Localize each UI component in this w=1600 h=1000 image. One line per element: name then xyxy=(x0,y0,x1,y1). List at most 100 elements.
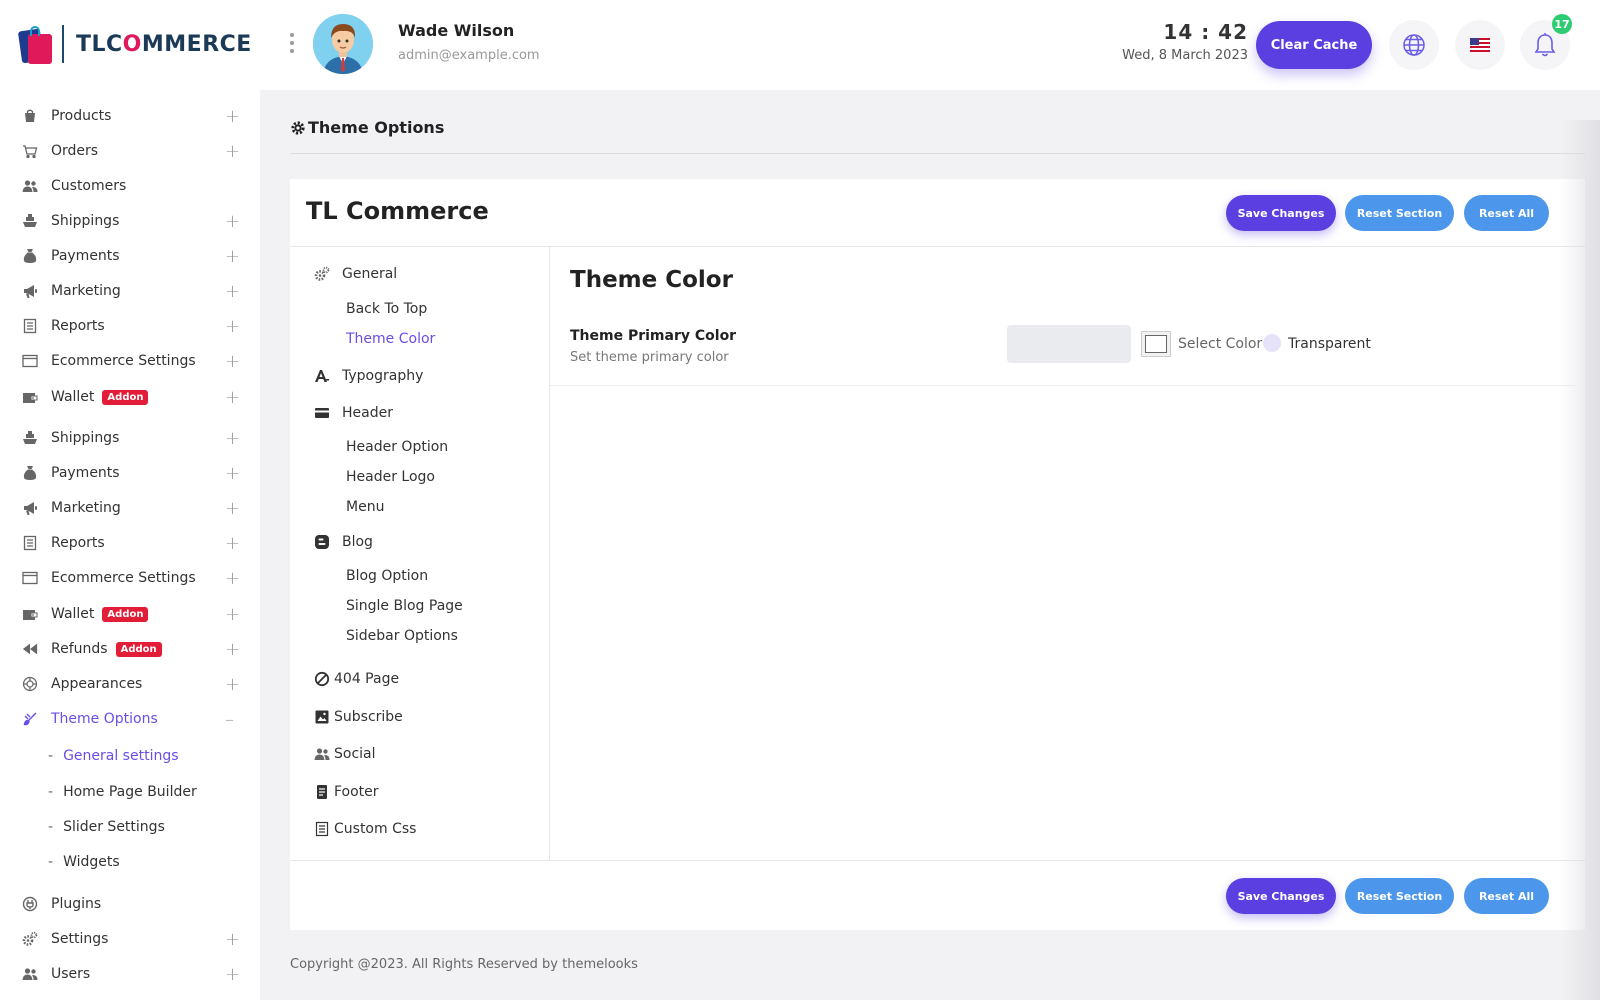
expand-plus-icon[interactable]: + xyxy=(225,387,240,408)
sidebar-item-ecommerce-settings[interactable]: Ecommerce Settings + xyxy=(0,343,260,379)
page-title-text: Theme Options xyxy=(308,118,445,137)
us-flag-icon xyxy=(1470,38,1490,52)
sidebar-item-payments[interactable]: Payments + xyxy=(0,455,260,491)
expand-plus-icon[interactable]: + xyxy=(225,351,240,372)
sidebar-item-wallet[interactable]: Wallet Addon + xyxy=(0,596,260,632)
color-swatch[interactable] xyxy=(1141,331,1171,357)
tab-general[interactable]: General xyxy=(314,259,397,289)
sidebar-item-text: Reports xyxy=(51,318,105,334)
reset-all-button-bottom[interactable]: Reset All xyxy=(1464,878,1549,914)
sidebar-item-label: Orders xyxy=(51,143,98,159)
select-color-label[interactable]: Select Color xyxy=(1178,336,1262,352)
sidebar-item-theme-options[interactable]: Theme Options – xyxy=(0,701,260,737)
expand-plus-icon[interactable]: + xyxy=(225,964,240,985)
window-icon xyxy=(22,570,38,586)
tab-label: Footer xyxy=(334,784,379,800)
sidebar-item-ecommerce-settings[interactable]: Ecommerce Settings + xyxy=(0,560,260,596)
expand-plus-icon[interactable]: + xyxy=(225,141,240,162)
tab-sub-header-option[interactable]: Header Option xyxy=(346,432,448,462)
tab-sub-single-blog-page[interactable]: Single Blog Page xyxy=(346,591,463,621)
wallet-icon xyxy=(22,389,38,405)
tab-sub-back-to-top[interactable]: Back To Top xyxy=(346,294,427,324)
primary-color-input[interactable] xyxy=(1007,325,1131,363)
sidebar-subitem-home-page-builder[interactable]: - Home Page Builder xyxy=(48,774,258,810)
sidebar-item-shippings[interactable]: Shippings + xyxy=(0,420,260,456)
reset-all-button[interactable]: Reset All xyxy=(1464,195,1549,231)
expand-plus-icon[interactable]: + xyxy=(225,929,240,950)
tab-sub-theme-color[interactable]: Theme Color xyxy=(346,324,435,354)
save-changes-button-bottom[interactable]: Save Changes xyxy=(1226,878,1336,914)
sidebar-item-refunds[interactable]: Refunds Addon + xyxy=(0,631,260,667)
brand-logo[interactable]: TLCOMMERCE xyxy=(17,24,252,64)
expand-plus-icon[interactable]: + xyxy=(225,211,240,232)
field-label: Theme Primary Color xyxy=(570,328,737,344)
notifications-button[interactable]: 17 xyxy=(1520,14,1572,70)
expand-plus-icon[interactable]: + xyxy=(225,428,240,449)
tab-label: General xyxy=(342,266,398,282)
sidebar-item-orders[interactable]: Orders + xyxy=(0,133,260,169)
tab-blog[interactable]: Blog xyxy=(314,527,373,557)
expand-plus-icon[interactable]: + xyxy=(225,316,240,337)
sidebar-item-customers[interactable]: Customers xyxy=(0,168,260,204)
sidebar-item-wallet[interactable]: Wallet Addon + xyxy=(0,379,260,415)
sidebar-item-payments[interactable]: Payments + xyxy=(0,238,260,274)
language-button[interactable] xyxy=(1389,20,1439,70)
sidebar-item-reports[interactable]: Reports + xyxy=(0,525,260,561)
more-vertical-icon[interactable] xyxy=(290,33,294,57)
tab-custom-css[interactable]: Custom Css xyxy=(314,814,416,844)
tab-typography[interactable]: Typography xyxy=(314,361,423,391)
sidebar-item-marketing[interactable]: Marketing + xyxy=(0,273,260,309)
save-changes-button[interactable]: Save Changes xyxy=(1226,195,1336,231)
sidebar-item-text: Customers xyxy=(51,178,127,194)
sidebar-subitem-general-settings[interactable]: - General settings xyxy=(48,738,258,774)
expand-plus-icon[interactable]: + xyxy=(225,604,240,625)
expand-plus-icon[interactable]: + xyxy=(225,674,240,695)
expand-plus-icon[interactable]: + xyxy=(225,639,240,660)
tab-sub-blog-option[interactable]: Blog Option xyxy=(346,561,428,591)
users-icon xyxy=(314,746,330,762)
clear-cache-button[interactable]: Clear Cache xyxy=(1256,21,1372,69)
expand-plus-icon[interactable]: + xyxy=(225,281,240,302)
flag-button[interactable] xyxy=(1455,20,1505,70)
reset-section-button[interactable]: Reset Section xyxy=(1345,195,1454,231)
code-file-icon xyxy=(314,821,330,837)
sidebar-item-reports[interactable]: Reports + xyxy=(0,308,260,344)
tab-sub-header-logo[interactable]: Header Logo xyxy=(346,462,435,492)
sidebar-item-settings[interactable]: Settings + xyxy=(0,921,260,957)
expand-plus-icon[interactable]: + xyxy=(225,568,240,589)
sidebar-item-users[interactable]: Users + xyxy=(0,956,260,992)
expand-plus-icon[interactable]: + xyxy=(225,498,240,519)
dash-icon: - xyxy=(48,748,54,764)
blogger-icon xyxy=(314,534,330,550)
transparent-radio[interactable] xyxy=(1263,334,1281,352)
expand-plus-icon[interactable]: + xyxy=(225,533,240,554)
tab-404-page[interactable]: 404 Page xyxy=(314,664,399,694)
sidebar-item-text: Appearances xyxy=(51,676,143,692)
tab-subscribe[interactable]: Subscribe xyxy=(314,702,403,732)
tab-footer[interactable]: Footer xyxy=(314,777,379,807)
sidebar-item-label: Payments xyxy=(51,248,120,264)
tab-sub-menu[interactable]: Menu xyxy=(346,492,384,522)
tab-sub-sidebar-options[interactable]: Sidebar Options xyxy=(346,621,458,651)
sidebar-subitem-label: Slider Settings xyxy=(63,819,165,835)
sidebar-item-appearances[interactable]: Appearances + xyxy=(0,666,260,702)
expand-plus-icon[interactable]: + xyxy=(225,463,240,484)
tab-label: Subscribe xyxy=(334,709,403,725)
reset-section-button-bottom[interactable]: Reset Section xyxy=(1345,878,1454,914)
sidebar-item-plugins[interactable]: Plugins xyxy=(0,886,260,922)
expand-plus-icon[interactable]: + xyxy=(225,106,240,127)
scroll-shadow xyxy=(1560,120,1600,1000)
sidebar-item-products[interactable]: Products + xyxy=(0,98,260,134)
sidebar-item-marketing[interactable]: Marketing + xyxy=(0,490,260,526)
tab-header[interactable]: Header xyxy=(314,398,393,428)
transparent-label[interactable]: Transparent xyxy=(1288,336,1371,352)
tab-social[interactable]: Social xyxy=(314,739,376,769)
panel-footer-divider xyxy=(290,860,1585,861)
expand-plus-icon[interactable]: + xyxy=(225,246,240,267)
sidebar-subitem-slider-settings[interactable]: - Slider Settings xyxy=(48,809,258,845)
sidebar-subitem-widgets[interactable]: - Widgets xyxy=(48,844,258,880)
user-name: Wade Wilson xyxy=(398,21,515,40)
avatar[interactable] xyxy=(313,14,373,74)
sidebar-item-shippings[interactable]: Shippings + xyxy=(0,203,260,239)
collapse-icon[interactable]: – xyxy=(225,709,234,730)
